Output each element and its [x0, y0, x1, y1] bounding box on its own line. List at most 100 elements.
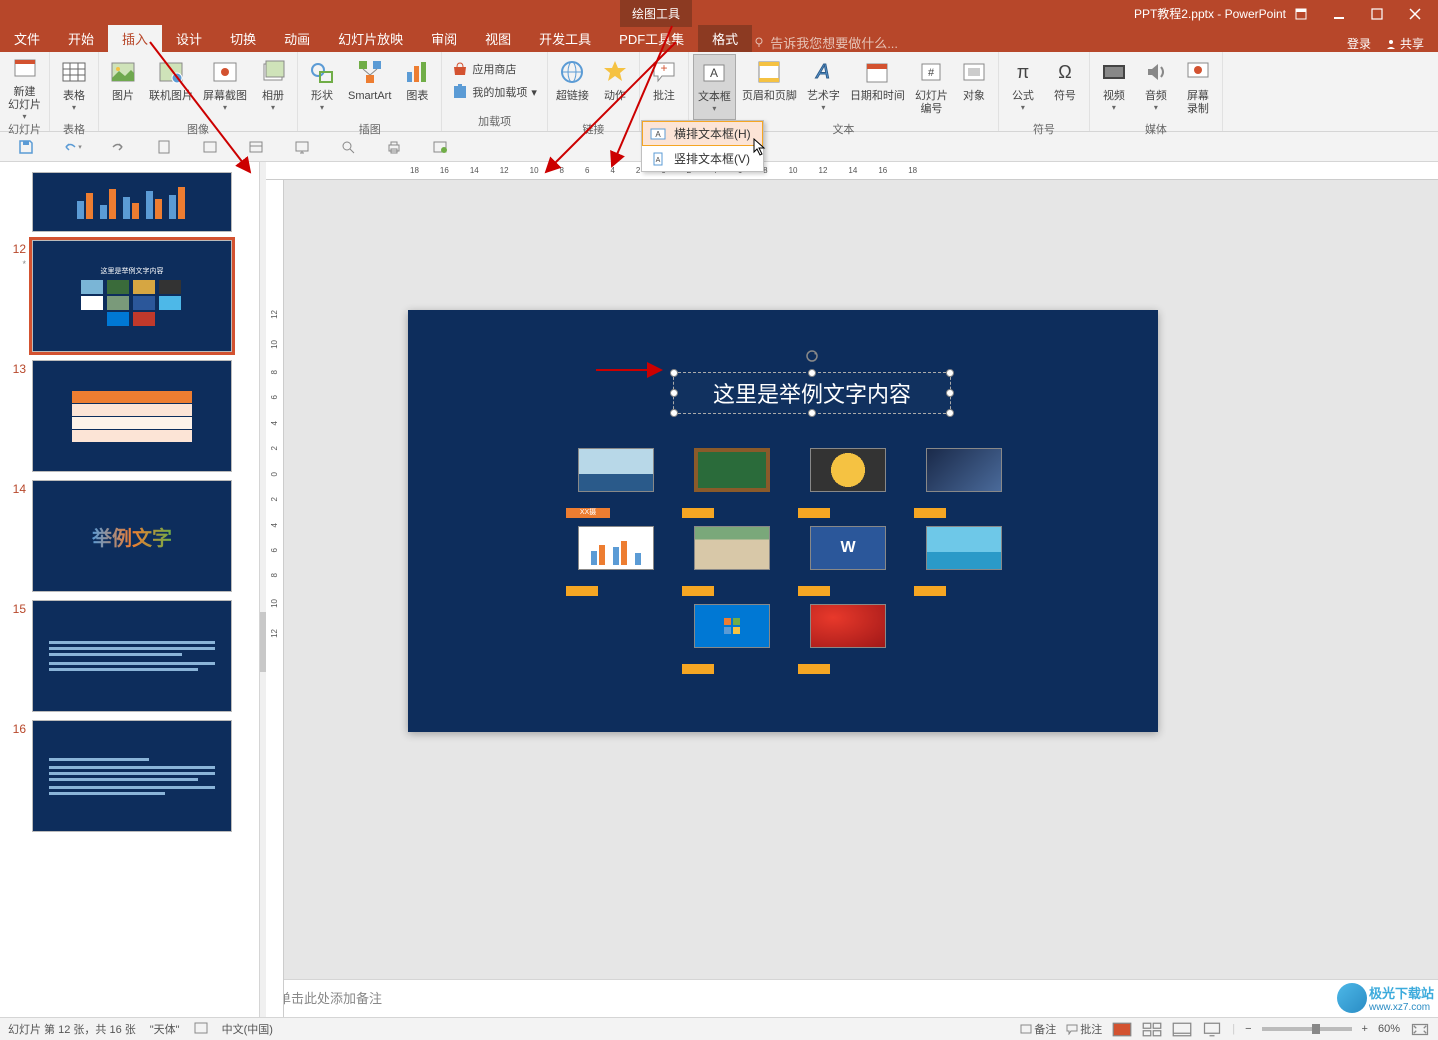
tab-home[interactable]: 开始 [54, 25, 108, 52]
annotation-arrow [591, 360, 671, 380]
zoom-out-button[interactable]: − [1245, 1023, 1251, 1035]
chart-button[interactable]: 图表 [397, 54, 437, 120]
zoom-slider[interactable] [1262, 1027, 1352, 1031]
thumbnail[interactable]: 16 [0, 716, 259, 836]
datetime-icon [861, 56, 893, 88]
header-footer-icon [753, 56, 785, 88]
notes-pane[interactable]: 单击此处添加备注 [266, 979, 1438, 1017]
audio-button[interactable]: 音频▾ [1136, 54, 1176, 120]
store-icon [452, 61, 468, 77]
close-icon[interactable] [1400, 4, 1430, 24]
symbol-icon: Ω [1049, 56, 1081, 88]
header-footer-button[interactable]: 页眉和页脚 [738, 54, 801, 120]
svg-text:Ω: Ω [1058, 62, 1071, 82]
slide-canvas[interactable]: 这里是举例文字内容 XX摄 [408, 310, 1158, 732]
textbox-dropdown: A 横排文本框(H) A 竖排文本框(V) [641, 120, 764, 172]
thumbnail[interactable]: 13 [0, 356, 259, 476]
image-grid: XX摄 W [578, 448, 1042, 668]
tab-view[interactable]: 视图 [471, 25, 525, 52]
annotation-arrow [140, 32, 400, 232]
zoom-in-button[interactable]: + [1362, 1023, 1368, 1035]
svg-text:A: A [816, 61, 830, 83]
screen-record-button[interactable]: 屏幕录制 [1178, 54, 1218, 120]
resize-handle[interactable] [808, 369, 816, 377]
thumbnail[interactable]: 14 举例文字 [0, 476, 259, 596]
zoom-level[interactable]: 60% [1378, 1023, 1400, 1035]
window-title: PPT教程2.pptx - PowerPoint [964, 5, 1286, 22]
store-button[interactable]: 应用商店 [446, 58, 522, 80]
resize-handle[interactable] [670, 369, 678, 377]
slide-edit-area: 18161412108642024681012141618 1210864202… [266, 162, 1438, 1017]
rotate-handle[interactable] [805, 343, 819, 357]
slide-number-button[interactable]: #幻灯片编号 [911, 54, 952, 120]
resize-handle[interactable] [946, 369, 954, 377]
slide-number-icon: # [915, 56, 947, 88]
svg-text:A: A [710, 66, 718, 80]
selected-textbox[interactable]: 这里是举例文字内容 [673, 372, 951, 414]
wordart-button[interactable]: A艺术字▾ [803, 54, 844, 120]
slide-image[interactable] [694, 448, 794, 512]
wordart-icon: A [807, 56, 839, 88]
slide-image[interactable]: XX摄 [578, 448, 678, 512]
video-icon [1098, 56, 1130, 88]
video-button[interactable]: 视频▾ [1094, 54, 1134, 120]
object-button[interactable]: 对象 [954, 54, 994, 120]
slide-image[interactable] [694, 526, 794, 590]
resize-handle[interactable] [946, 409, 954, 417]
chart-icon [401, 56, 433, 88]
datetime-button[interactable]: 日期和时间 [846, 54, 909, 120]
minimize-icon[interactable] [1324, 4, 1354, 24]
horizontal-textbox-icon: A [650, 127, 666, 141]
resize-handle[interactable] [946, 389, 954, 397]
vertical-textbox-icon: A [650, 152, 666, 166]
watermark-logo-icon [1337, 983, 1367, 1013]
maximize-icon[interactable] [1362, 4, 1392, 24]
undo-button[interactable]: ▾ [62, 137, 82, 157]
share-button[interactable]: 共享 [1385, 35, 1424, 52]
slide-image[interactable] [694, 604, 794, 668]
slide-image[interactable] [578, 526, 678, 590]
equation-button[interactable]: π公式▾ [1003, 54, 1043, 120]
table-icon [58, 56, 90, 88]
zoom-slider-thumb[interactable] [1312, 1024, 1320, 1034]
tab-review[interactable]: 审阅 [417, 25, 471, 52]
slide-image[interactable] [810, 448, 910, 512]
save-button[interactable] [16, 137, 36, 157]
svg-text:#: # [928, 67, 935, 79]
textbox-button[interactable]: A文本框▾ [693, 54, 736, 120]
mouse-cursor-icon [753, 138, 767, 156]
picture-button[interactable]: 图片 [103, 54, 143, 120]
ribbon-display-options-icon[interactable] [1286, 4, 1316, 24]
resize-handle[interactable] [670, 389, 678, 397]
lightbulb-icon [752, 36, 766, 50]
slide-thumbnails-panel[interactable]: 12* 这里是举例文字内容 13 14 举例文字 15 16 [0, 162, 260, 1017]
svg-text:A: A [656, 157, 661, 164]
slide-image[interactable]: W [810, 526, 910, 590]
new-slide-button[interactable]: 新建幻灯片▾ [4, 54, 45, 120]
symbol-button[interactable]: Ω符号 [1045, 54, 1085, 120]
canvas-zone[interactable]: 这里是举例文字内容 XX摄 [266, 180, 1438, 979]
slide-image[interactable] [810, 604, 910, 668]
horizontal-textbox-item[interactable]: A 横排文本框(H) [642, 121, 763, 146]
svg-text:π: π [1017, 62, 1029, 82]
thumbnail[interactable]: 15 [0, 596, 259, 716]
resize-handle[interactable] [670, 409, 678, 417]
redo-button[interactable] [108, 137, 128, 157]
person-icon [1385, 38, 1397, 50]
thumbnail[interactable]: 12* 这里是举例文字内容 [0, 236, 259, 356]
qat-btn-10[interactable] [430, 137, 450, 157]
addins-icon [452, 84, 468, 100]
table-button[interactable]: 表格▾ [54, 54, 94, 120]
vertical-textbox-item[interactable]: A 竖排文本框(V) [642, 146, 763, 171]
slide-image[interactable] [926, 448, 1026, 512]
resize-handle[interactable] [808, 409, 816, 417]
textbox-icon: A [698, 57, 730, 89]
horizontal-ruler[interactable]: 18161412108642024681012141618 [266, 162, 1438, 180]
login-link[interactable]: 登录 [1347, 35, 1371, 52]
svg-text:A: A [655, 130, 661, 139]
tab-file[interactable]: 文件 [0, 25, 54, 52]
slide-image[interactable] [926, 526, 1026, 590]
picture-icon [107, 56, 139, 88]
tell-me-search[interactable]: 告诉我您想要做什么... [752, 33, 898, 52]
tab-format[interactable]: 格式 [698, 25, 752, 52]
